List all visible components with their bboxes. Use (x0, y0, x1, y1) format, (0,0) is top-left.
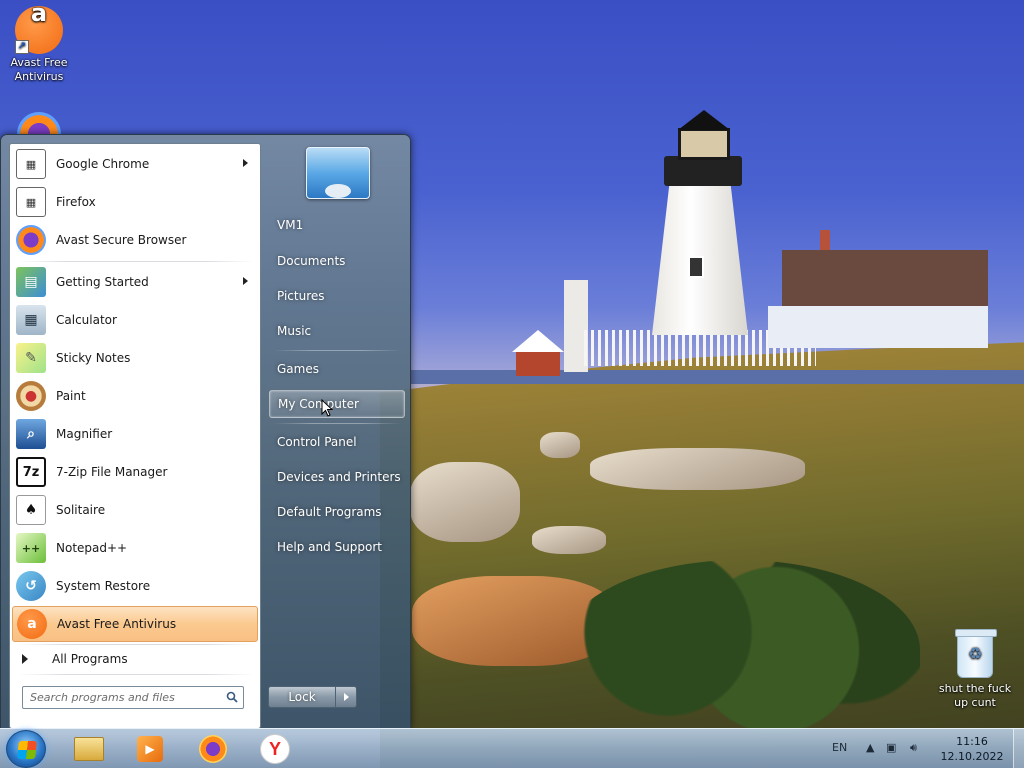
language-indicator[interactable]: EN (832, 741, 847, 754)
media-player-icon: ▶ (137, 736, 163, 762)
notepadpp-icon: ++ (16, 533, 46, 563)
program-notepadpp[interactable]: ++ Notepad++ (12, 530, 258, 566)
menu-item-music[interactable]: Music (269, 317, 405, 345)
recycle-bin-icon: ♻ (955, 629, 997, 678)
taskbar-yandex-browser[interactable]: Y (258, 733, 292, 765)
volume-icon[interactable]: 🔊︎ (910, 741, 917, 755)
calculator-icon: ▦ (16, 305, 46, 335)
show-hidden-icons-button[interactable]: ▲ (866, 741, 874, 754)
lock-button[interactable]: Lock (268, 686, 336, 708)
app-icon (17, 112, 61, 134)
mouse-cursor-icon (321, 399, 333, 417)
desktop-icon-label: shut the fuck up cunt (938, 682, 1012, 709)
separator (18, 674, 254, 675)
program-solitaire[interactable]: ♠ Solitaire (12, 492, 258, 528)
submenu-arrow-icon (243, 159, 248, 167)
chrome-icon: ▦ (16, 149, 46, 179)
menu-item-help-and-support[interactable]: Help and Support (269, 533, 405, 561)
avast-browser-icon (16, 225, 46, 255)
clock-time: 11:16 (956, 735, 988, 748)
arrow-right-icon (22, 654, 28, 664)
desktop-icon-label: Avast Free Antivirus (10, 56, 68, 83)
program-avast-free-antivirus[interactable]: a Avast Free Antivirus (12, 606, 258, 642)
menu-item-documents[interactable]: Documents (269, 247, 405, 275)
taskbar-explorer[interactable] (72, 733, 106, 765)
program-magnifier[interactable]: ⌕ Magnifier (12, 416, 258, 452)
explorer-icon (74, 737, 104, 761)
separator (273, 350, 401, 351)
menu-item-control-panel[interactable]: Control Panel (269, 428, 405, 456)
avast-icon: a (17, 609, 47, 639)
sticky-notes-icon: ✎ (16, 343, 46, 373)
program-google-chrome[interactable]: ▦ Google Chrome (12, 146, 258, 182)
paint-icon: ● (16, 381, 46, 411)
program-avast-secure-browser[interactable]: Avast Secure Browser (12, 222, 258, 258)
magnifier-icon: ⌕ (16, 419, 46, 449)
program-firefox[interactable]: ▦ Firefox (12, 184, 258, 220)
show-desktop-button[interactable] (1013, 729, 1024, 768)
submenu-arrow-icon (243, 277, 248, 285)
user-picture[interactable] (306, 147, 370, 199)
program-system-restore[interactable]: ↺ System Restore (12, 568, 258, 604)
clock-date: 12.10.2022 (940, 750, 1004, 763)
separator (18, 261, 254, 262)
yandex-browser-icon: Y (260, 734, 290, 764)
program-calculator[interactable]: ▦ Calculator (12, 302, 258, 338)
network-icon[interactable]: ▣ (886, 741, 896, 754)
menu-item-my-computer[interactable]: My Computer (269, 390, 405, 418)
search-input[interactable]: Search programs and files (22, 686, 244, 709)
separator (18, 644, 254, 645)
system-restore-icon: ↺ (16, 571, 46, 601)
menu-item-vm1[interactable]: VM1 (269, 211, 405, 239)
taskbar-avast-browser[interactable] (196, 733, 230, 765)
getting-started-icon: ▤ (16, 267, 46, 297)
start-button[interactable] (6, 730, 46, 768)
firefox-icon: ▦ (16, 187, 46, 217)
avast-browser-icon (199, 735, 227, 763)
program-getting-started[interactable]: ▤ Getting Started (12, 264, 258, 300)
menu-item-pictures[interactable]: Pictures (269, 282, 405, 310)
taskbar-media-player[interactable]: ▶ (133, 733, 167, 765)
program-7zip[interactable]: 7z 7-Zip File Manager (12, 454, 258, 490)
menu-item-devices-and-printers[interactable]: Devices and Printers (269, 463, 405, 491)
desktop-icon-partial[interactable] (0, 112, 78, 134)
7zip-icon: 7z (16, 457, 46, 487)
start-menu-programs-pane: ▦ Google Chrome ▦ Firefox Avast Secure B… (9, 143, 261, 729)
solitaire-icon: ♠ (16, 495, 46, 525)
menu-item-default-programs[interactable]: Default Programs (269, 498, 405, 526)
program-paint[interactable]: ● Paint (12, 378, 258, 414)
search-icon (226, 691, 238, 703)
desktop-icon-avast[interactable]: a ↗ Avast Free Antivirus (0, 1, 78, 84)
system-clock[interactable]: 11:16 12.10.2022 (934, 734, 1010, 764)
desktop-icon-recycle-bin[interactable]: ♻ shut the fuck up cunt (936, 629, 1014, 710)
shutdown-options-button[interactable] (335, 686, 357, 708)
start-menu: ▦ Google Chrome ▦ Firefox Avast Secure B… (0, 134, 411, 729)
windows-logo-icon (17, 741, 37, 759)
program-sticky-notes[interactable]: ✎ Sticky Notes (12, 340, 258, 376)
separator (273, 423, 401, 424)
all-programs-button[interactable]: All Programs (18, 647, 254, 671)
menu-item-games[interactable]: Games (269, 355, 405, 383)
avast-icon: a ↗ (15, 1, 63, 54)
taskbar: ▶ Y EN ▲ ▣ 🔊︎ 11:16 12.10.2022 (0, 728, 1024, 768)
